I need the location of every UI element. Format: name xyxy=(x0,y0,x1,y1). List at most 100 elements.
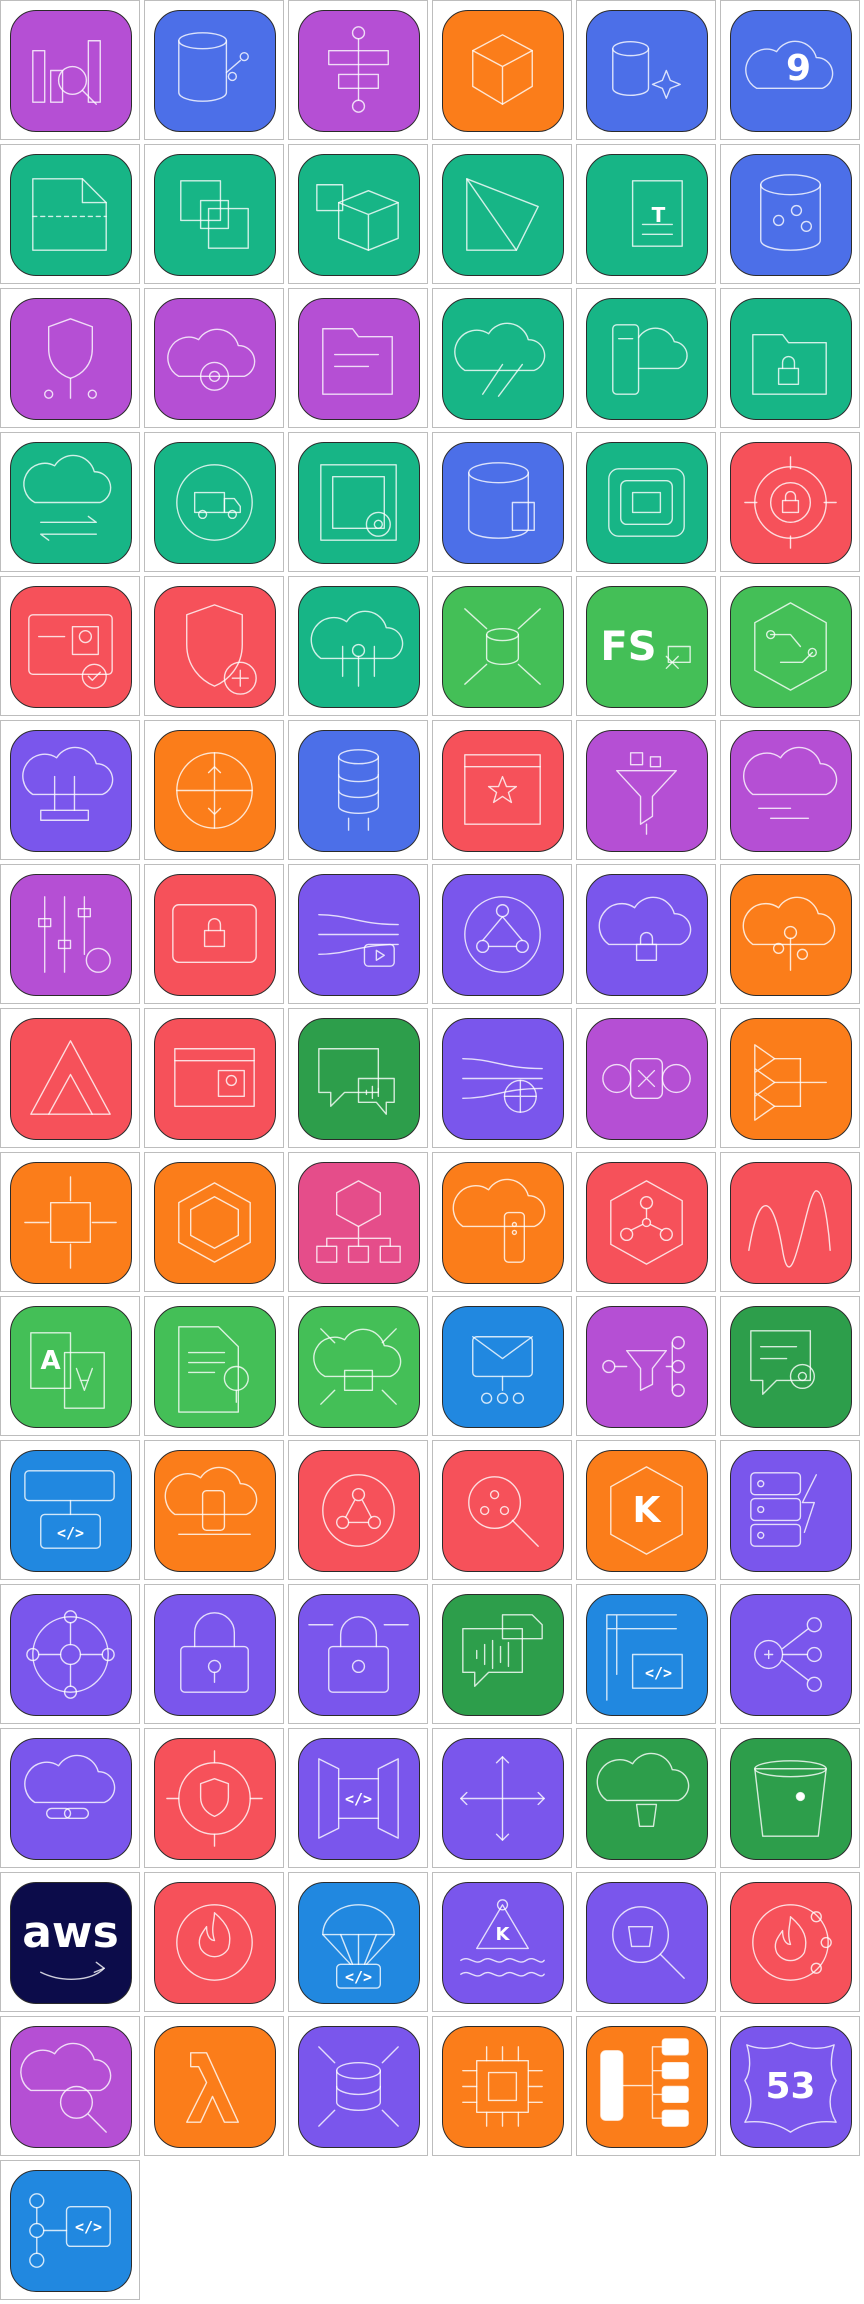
icon-cell[interactable] xyxy=(432,432,572,572)
icon-cell[interactable] xyxy=(576,1152,716,1292)
icon-cell[interactable] xyxy=(144,1152,284,1292)
icon-cell[interactable] xyxy=(720,1872,860,2012)
icon-cell[interactable] xyxy=(288,720,428,860)
icon-cell[interactable] xyxy=(0,1728,140,1868)
icon-cell[interactable] xyxy=(720,1728,860,1868)
icon-cell[interactable] xyxy=(288,1152,428,1292)
icon-cell[interactable] xyxy=(144,2016,284,2156)
icon-cell[interactable] xyxy=(432,0,572,140)
icon-cell[interactable] xyxy=(576,864,716,1004)
icon-cell[interactable] xyxy=(432,864,572,1004)
icon-cell[interactable] xyxy=(720,432,860,572)
icon-cell[interactable] xyxy=(0,864,140,1004)
icon-cell[interactable]: </> xyxy=(0,2160,140,2300)
icon-cell[interactable] xyxy=(288,2016,428,2156)
icon-cell[interactable] xyxy=(144,720,284,860)
icon-cell[interactable] xyxy=(288,288,428,428)
icon-cell[interactable] xyxy=(144,1872,284,2012)
icon-cell[interactable] xyxy=(576,1872,716,2012)
icon-tile xyxy=(442,1018,564,1140)
icon-tile xyxy=(586,730,708,852)
icon-cell[interactable] xyxy=(720,144,860,284)
icon-cell[interactable] xyxy=(144,288,284,428)
icon-cell[interactable] xyxy=(720,864,860,1004)
icon-cell[interactable] xyxy=(288,432,428,572)
icon-cell[interactable] xyxy=(432,288,572,428)
icon-cell[interactable] xyxy=(720,576,860,716)
icon-cell[interactable]: T xyxy=(576,144,716,284)
icon-tile xyxy=(10,586,132,708)
icon-cell[interactable] xyxy=(432,1728,572,1868)
icon-cell[interactable] xyxy=(432,2016,572,2156)
icon-cell[interactable] xyxy=(288,1008,428,1148)
icon-cell[interactable] xyxy=(576,2016,716,2156)
icon-cell[interactable] xyxy=(288,576,428,716)
icon-tile: </> xyxy=(10,1450,132,1572)
icon-cell[interactable] xyxy=(288,1440,428,1580)
icon-cell[interactable] xyxy=(0,2016,140,2156)
icon-cell[interactable] xyxy=(144,1584,284,1724)
icon-cell[interactable] xyxy=(0,1152,140,1292)
icon-cell[interactable] xyxy=(288,0,428,140)
icon-cell[interactable] xyxy=(576,1728,716,1868)
icon-cell[interactable] xyxy=(144,576,284,716)
icon-cell[interactable]: aws xyxy=(0,1872,140,2012)
icon-cell[interactable] xyxy=(432,144,572,284)
icon-cell[interactable] xyxy=(720,1008,860,1148)
icon-cell[interactable]: K xyxy=(432,1872,572,2012)
icon-cell[interactable] xyxy=(576,1008,716,1148)
icon-cell[interactable] xyxy=(144,432,284,572)
icon-cell[interactable] xyxy=(576,288,716,428)
icon-cell[interactable] xyxy=(432,1296,572,1436)
icon-cell[interactable] xyxy=(0,144,140,284)
icon-cell[interactable] xyxy=(432,1008,572,1148)
icon-cell[interactable] xyxy=(288,864,428,1004)
icon-cell[interactable]: </> xyxy=(288,1872,428,2012)
icon-tile xyxy=(730,1450,852,1572)
icon-cell[interactable] xyxy=(576,720,716,860)
icon-cell[interactable] xyxy=(720,1440,860,1580)
icon-cell[interactable] xyxy=(432,1584,572,1724)
icon-cell[interactable] xyxy=(576,0,716,140)
icon-cell[interactable] xyxy=(288,1296,428,1436)
icon-tile: FS xyxy=(586,586,708,708)
icon-cell[interactable] xyxy=(288,144,428,284)
icon-cell[interactable]: </> xyxy=(288,1728,428,1868)
icon-cell[interactable] xyxy=(288,1584,428,1724)
icon-cell[interactable] xyxy=(144,1296,284,1436)
icon-cell[interactable] xyxy=(576,1296,716,1436)
icon-cell[interactable] xyxy=(720,1296,860,1436)
icon-cell[interactable] xyxy=(576,432,716,572)
icon-cell[interactable] xyxy=(144,1728,284,1868)
icon-cell[interactable] xyxy=(432,1440,572,1580)
icon-cell[interactable] xyxy=(0,1584,140,1724)
icon-cell[interactable] xyxy=(432,720,572,860)
icon-cell[interactable]: 9 xyxy=(720,0,860,140)
icon-cell[interactable]: K xyxy=(576,1440,716,1580)
icon-tile xyxy=(154,1738,276,1860)
icon-cell[interactable] xyxy=(144,1008,284,1148)
icon-cell[interactable] xyxy=(0,0,140,140)
icon-cell[interactable]: 53 xyxy=(720,2016,860,2156)
icon-cell[interactable] xyxy=(432,1152,572,1292)
icon-cell[interactable] xyxy=(144,1440,284,1580)
icon-cell[interactable]: A xyxy=(0,1296,140,1436)
icon-cell[interactable] xyxy=(432,576,572,716)
icon-cell[interactable] xyxy=(720,1584,860,1724)
icon-tile xyxy=(154,1594,276,1716)
icon-cell[interactable]: FS xyxy=(576,576,716,716)
icon-cell[interactable] xyxy=(0,576,140,716)
icon-cell[interactable]: </> xyxy=(576,1584,716,1724)
icon-cell[interactable]: </> xyxy=(0,1440,140,1580)
icon-cell[interactable] xyxy=(720,720,860,860)
icon-tile xyxy=(730,442,852,564)
icon-cell[interactable] xyxy=(144,0,284,140)
icon-cell[interactable] xyxy=(720,1152,860,1292)
icon-cell[interactable] xyxy=(0,432,140,572)
icon-cell[interactable] xyxy=(144,144,284,284)
icon-cell[interactable] xyxy=(0,288,140,428)
icon-cell[interactable] xyxy=(720,288,860,428)
icon-cell[interactable] xyxy=(0,1008,140,1148)
icon-cell[interactable] xyxy=(144,864,284,1004)
icon-cell[interactable] xyxy=(0,720,140,860)
